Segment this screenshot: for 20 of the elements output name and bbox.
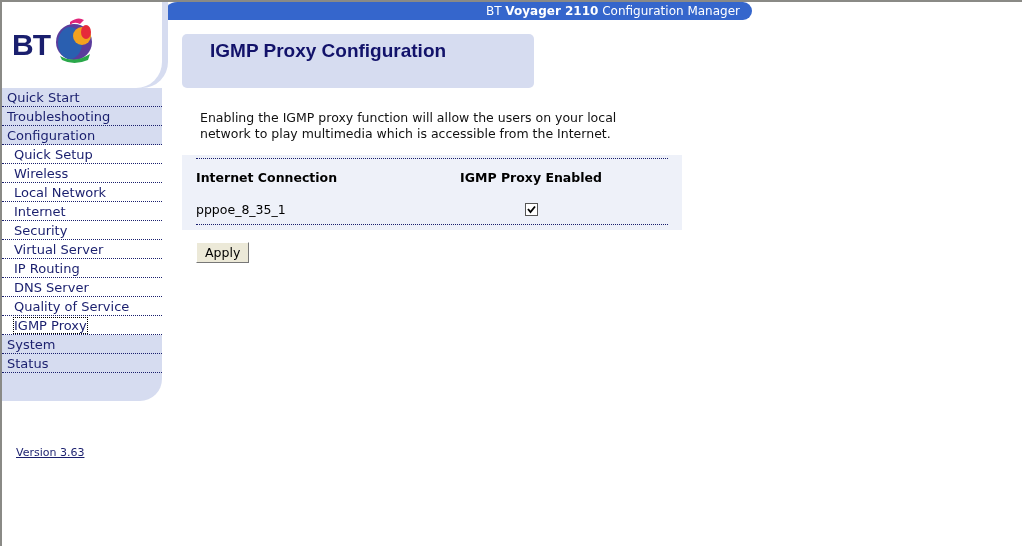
page-title: IGMP Proxy Configuration: [210, 40, 448, 62]
nav-item[interactable]: Local Network: [2, 183, 162, 202]
nav-item[interactable]: IGMP Proxy: [2, 316, 162, 335]
nav-item[interactable]: Internet: [2, 202, 162, 221]
nav-item[interactable]: Quality of Service: [2, 297, 162, 316]
column-header: IGMP Proxy Enabled: [459, 169, 603, 185]
apply-button[interactable]: Apply: [196, 242, 250, 263]
nav-item[interactable]: Virtual Server: [2, 240, 162, 259]
logo-text: BT: [12, 28, 50, 62]
header-title: BT Voyager 2110 Configuration Manager: [485, 4, 740, 18]
column-header: Internet Connection: [196, 169, 339, 185]
table-cell-text: pppoe_8_35_1: [196, 202, 287, 217]
nav-item[interactable]: Security: [2, 221, 162, 240]
nav-item[interactable]: IP Routing: [2, 259, 162, 278]
description: Enabling the IGMP proxy function will allow the users on your local network to play multimedia which is accessible from the Internet.: [200, 110, 618, 142]
version-link[interactable]: Version 3.63: [16, 446, 85, 459]
nav-item[interactable]: Quick Setup: [2, 145, 162, 164]
nav-item[interactable]: Wireless: [2, 164, 162, 183]
nav-item[interactable]: DNS Server: [2, 278, 162, 297]
checkbox[interactable]: [524, 203, 538, 216]
